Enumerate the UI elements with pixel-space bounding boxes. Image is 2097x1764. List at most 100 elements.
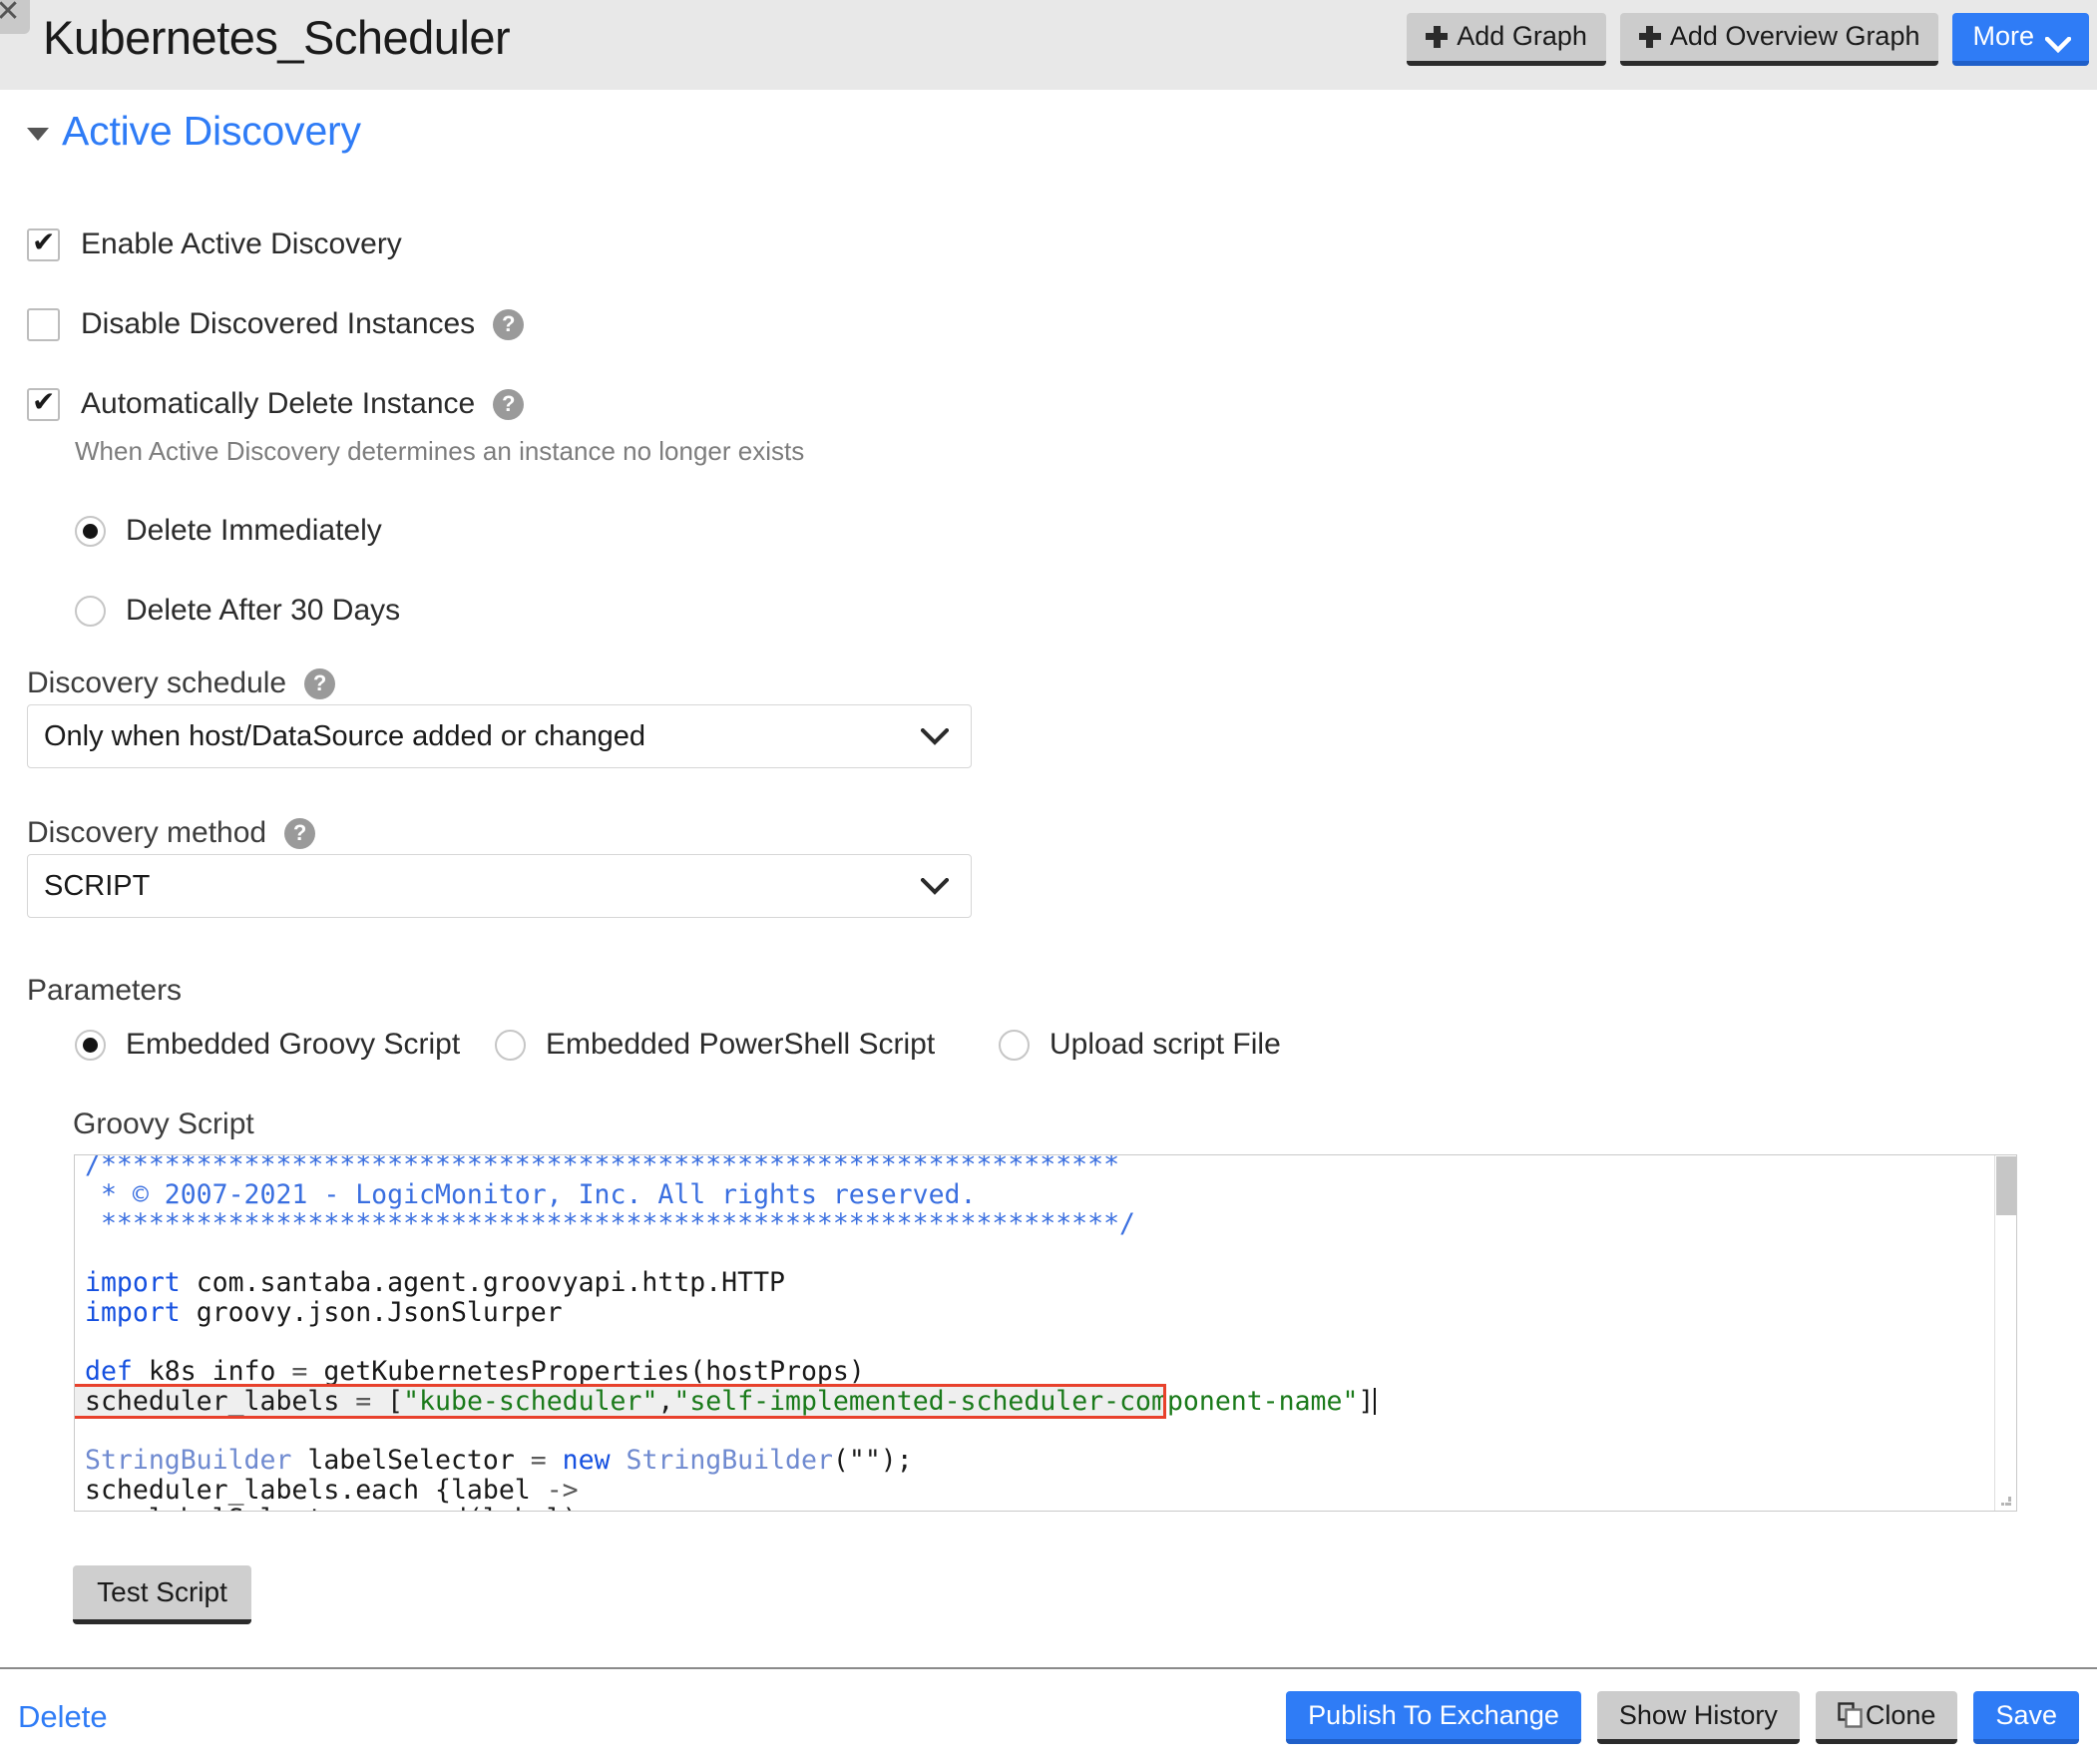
help-icon[interactable]: ? [304,667,336,699]
code-token-def: def [85,1356,133,1388]
highlighted-code-line[interactable]: scheduler_labels = ["kube-scheduler","se… [75,1383,1377,1420]
editor-scrollbar[interactable] [1994,1155,2016,1511]
groovy-script-label: Groovy Script [73,1107,254,1140]
discovery-schedule-select[interactable]: Only when host/DataSource added or chang… [27,704,972,768]
delete-immediately-label: Delete Immediately [126,514,382,547]
automatically-delete-instance-row[interactable]: Automatically Delete Instance ? [27,385,525,421]
code-line: /***************************************… [85,1154,1120,1180]
add-overview-graph-button[interactable]: Add Overview Graph [1619,13,1939,66]
editor-scrollbar-thumb[interactable] [1996,1156,2016,1215]
code-line: * © 2007-2021 - LogicMonitor, Inc. All r… [85,1178,977,1210]
clone-icon [1838,1702,1864,1728]
clone-button[interactable]: Clone [1815,1691,1958,1744]
code-token-op: = [291,1356,308,1388]
upload-script-file-radio[interactable] [999,1029,1030,1061]
delete-immediately-row[interactable]: Delete Immediately [75,514,382,548]
help-icon[interactable]: ? [493,308,525,340]
code-line: labelSelector [291,1444,531,1476]
help-icon[interactable]: ? [284,817,316,849]
embedded-groovy-script-label: Embedded Groovy Script [126,1028,461,1061]
active-discovery-section-header[interactable]: Active Discovery [27,108,361,155]
publish-to-exchange-button[interactable]: Publish To Exchange [1286,1691,1581,1744]
code-token-op: = [530,1444,547,1476]
code-token-import: import [85,1267,181,1299]
add-graph-button[interactable]: Add Graph [1407,13,1606,66]
embedded-powershell-script-radio[interactable] [495,1029,526,1061]
discovery-schedule-label-row: Discovery schedule ? [27,666,336,700]
automatically-delete-instance-label: Automatically Delete Instance [81,387,476,420]
more-label: More [1972,21,2034,51]
delete-after-30-days-radio[interactable] [75,595,106,627]
code-token-var: scheduler_labels [85,1385,356,1417]
disable-discovered-instances-checkbox[interactable] [27,307,60,341]
section-title: Active Discovery [62,108,361,154]
upload-script-file-row[interactable]: Upload script File [999,1028,1281,1062]
delete-after-30-days-label: Delete After 30 Days [126,594,401,627]
embedded-powershell-script-label: Embedded PowerShell Script [546,1028,936,1061]
enable-active-discovery-checkbox[interactable] [27,225,60,261]
code-line: com.santaba.agent.groovyapi.http.HTTP [180,1267,785,1299]
disable-discovered-instances-label: Disable Discovered Instances [81,307,476,340]
code-token-string: "self-implemented-scheduler-component-na… [673,1385,1359,1417]
show-history-label: Show History [1618,1699,1778,1730]
groovy-script-editor[interactable]: /***************************************… [74,1154,2017,1512]
embedded-powershell-script-row[interactable]: Embedded PowerShell Script [495,1028,935,1062]
footer-actions: Publish To Exchange Show History Clone S… [1286,1691,2079,1744]
code-token-type: StringBuilder [85,1444,292,1476]
code-token-new: new [546,1444,627,1476]
show-history-button[interactable]: Show History [1596,1691,1800,1744]
enable-active-discovery-label: Enable Active Discovery [81,227,402,260]
discovery-method-value: SCRIPT [44,869,151,902]
code-token-bracket: [ [371,1385,404,1417]
delete-after-30-days-row[interactable]: Delete After 30 Days [75,594,400,628]
delete-immediately-radio[interactable] [75,515,106,547]
code-line: scheduler_labels.each {label [85,1474,547,1506]
editor-resize-handle[interactable] [1998,1493,2014,1509]
code-line: k8s_info [132,1356,292,1388]
close-icon[interactable]: ✕ [0,0,30,34]
plus-icon [1426,25,1449,48]
chevron-down-icon [2043,29,2073,53]
code-token-import: import [85,1296,181,1328]
page-header: ✕ Kubernetes_Scheduler Add Graph Add Ove… [0,0,2097,90]
plus-icon [1638,25,1661,48]
code-line: getKubernetesProperties(hostProps) [307,1356,865,1388]
more-button[interactable]: More [1952,13,2089,66]
code-token-op: = [355,1385,372,1417]
caret-down-icon[interactable] [27,128,49,141]
embedded-groovy-script-radio[interactable] [75,1029,106,1061]
upload-script-file-label: Upload script File [1049,1028,1281,1061]
discovery-method-label: Discovery method [27,816,267,849]
disable-discovered-instances-row[interactable]: Disable Discovered Instances ? [27,307,525,341]
discovery-method-select[interactable]: SCRIPT [27,854,972,918]
chevron-down-icon [920,726,950,745]
code-token-type: StringBuilder [626,1444,833,1476]
add-graph-label: Add Graph [1457,21,1587,51]
delete-link[interactable]: Delete [18,1699,108,1735]
groovy-script-code[interactable]: /***************************************… [75,1154,1970,1511]
header-actions: Add Graph Add Overview Graph More [1407,13,2089,66]
help-icon[interactable]: ? [493,388,525,420]
clone-label: Clone [1865,1699,1936,1730]
automatically-delete-instance-checkbox[interactable] [27,385,60,421]
code-line: groovy.json.JsonSlurper [180,1296,563,1328]
code-line: labelSelector.append(label) [85,1504,579,1511]
save-button[interactable]: Save [1973,1691,2079,1744]
discovery-method-label-row: Discovery method ? [27,816,316,850]
code-token-arrow: -> [546,1474,579,1506]
chevron-down-icon [920,876,950,895]
page-title: Kubernetes_Scheduler [43,11,511,64]
code-token-string: "kube-scheduler" [403,1385,658,1417]
test-script-button[interactable]: Test Script [73,1565,251,1624]
code-line: (""); [832,1444,913,1476]
embedded-groovy-script-row[interactable]: Embedded Groovy Script [75,1028,460,1062]
enable-active-discovery-row[interactable]: Enable Active Discovery [27,225,402,261]
datasource-editor-page: ✕ Kubernetes_Scheduler Add Graph Add Ove… [0,0,2097,1764]
code-line: ****************************************… [85,1208,1135,1240]
page-body: Active Discovery Enable Active Discovery… [0,90,2097,1667]
code-token-comma: , [657,1385,674,1417]
parameters-label: Parameters [27,974,183,1007]
text-caret [1374,1387,1377,1415]
code-token-bracket: ] [1358,1385,1375,1417]
add-overview-graph-label: Add Overview Graph [1669,21,1920,51]
